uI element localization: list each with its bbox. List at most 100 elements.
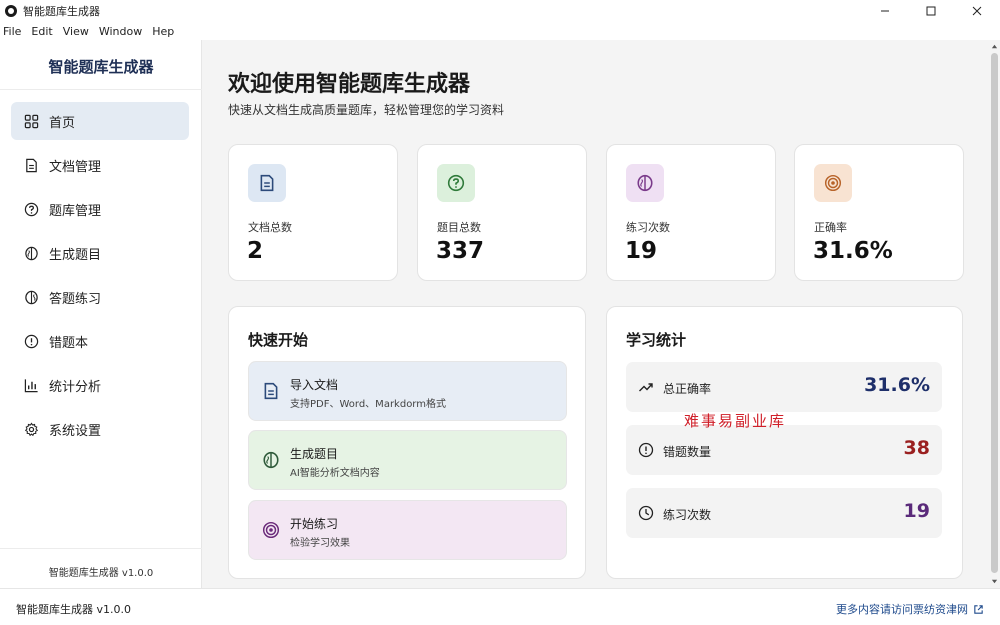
main-scrollbar[interactable] [989, 40, 1000, 588]
document-icon [23, 157, 39, 173]
stat-value: 19 [625, 238, 658, 264]
stat-value: 337 [436, 238, 485, 264]
close-icon [972, 6, 982, 16]
alert-icon [23, 333, 39, 349]
window-controls [862, 0, 1000, 22]
minimize-icon [881, 10, 889, 12]
question-icon [437, 164, 475, 202]
status-version: 智能题库生成器 v1.0.0 [16, 603, 131, 616]
sidebar-item-settings[interactable]: 系统设置 [11, 410, 189, 448]
sidebar-item-home[interactable]: 首页 [11, 102, 189, 140]
external-link-icon [974, 604, 983, 614]
sidebar: 智能题库生成器 首页 文档管理 题库管理 生成题目 答题练习 错题本 统计分析 … [0, 40, 202, 588]
watermark: 难事易副业库 [684, 412, 787, 430]
stat-label: 题目总数 [437, 221, 481, 234]
learning-stat-label: 练习次数 [663, 508, 712, 522]
quick-start-panel: 快速开始 导入文档 支持PDF、Word、Markdorm格式 生成题目 AI智… [228, 306, 586, 579]
title-bar: 智能题库生成器 [0, 0, 1000, 22]
sidebar-divider [0, 89, 202, 90]
quick-item-name: 导入文档 [290, 378, 339, 392]
learning-stat-practice-count: 练习次数 19 [626, 488, 942, 538]
sidebar-item-wrong-book[interactable]: 错题本 [11, 322, 189, 360]
quick-item-desc: 检验学习效果 [290, 538, 350, 549]
quick-item-name: 生成题目 [290, 447, 339, 461]
bar-chart-icon [23, 377, 39, 393]
sidebar-item-label: 文档管理 [49, 159, 102, 175]
scroll-up-icon[interactable] [991, 43, 998, 50]
stat-card-questions: 题目总数 337 [417, 144, 587, 281]
sidebar-item-statistics[interactable]: 统计分析 [11, 366, 189, 404]
document-icon [248, 164, 286, 202]
learning-stat-label: 总正确率 [663, 382, 712, 396]
menu-bar: File Edit View Window Hep [0, 22, 1000, 40]
stat-label: 正确率 [814, 221, 847, 234]
sidebar-nav: 首页 文档管理 题库管理 生成题目 答题练习 错题本 统计分析 系统设置 [11, 102, 189, 454]
question-icon [23, 201, 39, 217]
sidebar-item-label: 答题练习 [49, 291, 102, 307]
brain-icon [23, 289, 39, 305]
quick-item-name: 开始练习 [290, 517, 339, 531]
status-more-link[interactable]: 更多内容请访问票纺资津网 [836, 601, 984, 617]
gear-icon [23, 421, 39, 437]
learning-stats-title: 学习统计 [626, 331, 687, 349]
learning-stat-label: 错题数量 [663, 445, 712, 459]
menu-view[interactable]: View [63, 25, 89, 38]
target-icon [814, 164, 852, 202]
status-bar: 智能题库生成器 v1.0.0 更多内容请访问票纺资津网 [0, 588, 1000, 625]
window-title: 智能题库生成器 [23, 5, 100, 18]
brain-icon [626, 164, 664, 202]
status-more-link-label: 更多内容请访问票纺资津网 [836, 603, 968, 616]
brain-icon [23, 245, 39, 261]
sidebar-item-label: 生成题目 [49, 247, 102, 263]
learning-stat-value: 19 [903, 500, 930, 522]
sidebar-item-label: 题库管理 [49, 203, 102, 219]
menu-help[interactable]: Hep [152, 25, 174, 38]
sidebar-item-label: 首页 [49, 115, 76, 131]
sidebar-version: 智能题库生成器 v1.0.0 [48, 568, 154, 579]
sidebar-item-generate[interactable]: 生成题目 [11, 234, 189, 272]
scroll-down-icon[interactable] [991, 578, 998, 585]
menu-window[interactable]: Window [99, 25, 142, 38]
quick-item-start-practice[interactable]: 开始练习 检验学习效果 [248, 500, 567, 560]
stat-value: 31.6% [813, 238, 893, 264]
document-icon [262, 382, 280, 400]
stat-card-accuracy: 正确率 31.6% [794, 144, 964, 281]
stat-card-documents: 文档总数 2 [228, 144, 398, 281]
scroll-thumb[interactable] [991, 53, 998, 573]
stat-label: 文档总数 [248, 221, 292, 234]
quick-item-desc: 支持PDF、Word、Markdorm格式 [290, 399, 446, 410]
maximize-icon [926, 6, 936, 16]
sidebar-item-label: 统计分析 [49, 379, 102, 395]
menu-edit[interactable]: Edit [31, 25, 52, 38]
page-title: 欢迎使用智能题库生成器 [228, 72, 471, 97]
quick-item-import-document[interactable]: 导入文档 支持PDF、Word、Markdorm格式 [248, 361, 567, 421]
quick-item-desc: AI智能分析文档内容 [290, 468, 380, 479]
learning-stat-accuracy: 总正确率 31.6% [626, 362, 942, 412]
sidebar-footer-divider [0, 548, 202, 549]
brain-icon [262, 451, 280, 469]
sidebar-item-documents[interactable]: 文档管理 [11, 146, 189, 184]
close-button[interactable] [954, 0, 1000, 22]
sidebar-item-question-bank[interactable]: 题库管理 [11, 190, 189, 228]
stat-value: 2 [247, 238, 264, 264]
alert-icon [638, 442, 654, 458]
stat-card-practice: 练习次数 19 [606, 144, 776, 281]
app-logo-icon [5, 5, 17, 17]
menu-file[interactable]: File [3, 25, 21, 38]
quick-item-generate-questions[interactable]: 生成题目 AI智能分析文档内容 [248, 430, 567, 490]
learning-stat-wrong-count: 错题数量 38 [626, 425, 942, 475]
sidebar-brand: 智能题库生成器 [48, 58, 154, 76]
maximize-button[interactable] [908, 0, 954, 22]
target-icon [262, 521, 280, 539]
clock-icon [638, 505, 654, 521]
sidebar-item-label: 错题本 [49, 335, 89, 351]
main-content: 欢迎使用智能题库生成器 快速从文档生成高质量题库，轻松管理您的学习资料 文档总数… [202, 40, 989, 588]
sidebar-item-practice[interactable]: 答题练习 [11, 278, 189, 316]
trend-up-icon [638, 379, 654, 395]
sidebar-item-label: 系统设置 [49, 423, 102, 439]
learning-stat-value: 38 [903, 437, 930, 459]
page-subtitle: 快速从文档生成高质量题库，轻松管理您的学习资料 [228, 103, 505, 117]
minimize-button[interactable] [862, 0, 908, 22]
stat-label: 练习次数 [626, 221, 670, 234]
learning-stat-value: 31.6% [864, 374, 930, 396]
